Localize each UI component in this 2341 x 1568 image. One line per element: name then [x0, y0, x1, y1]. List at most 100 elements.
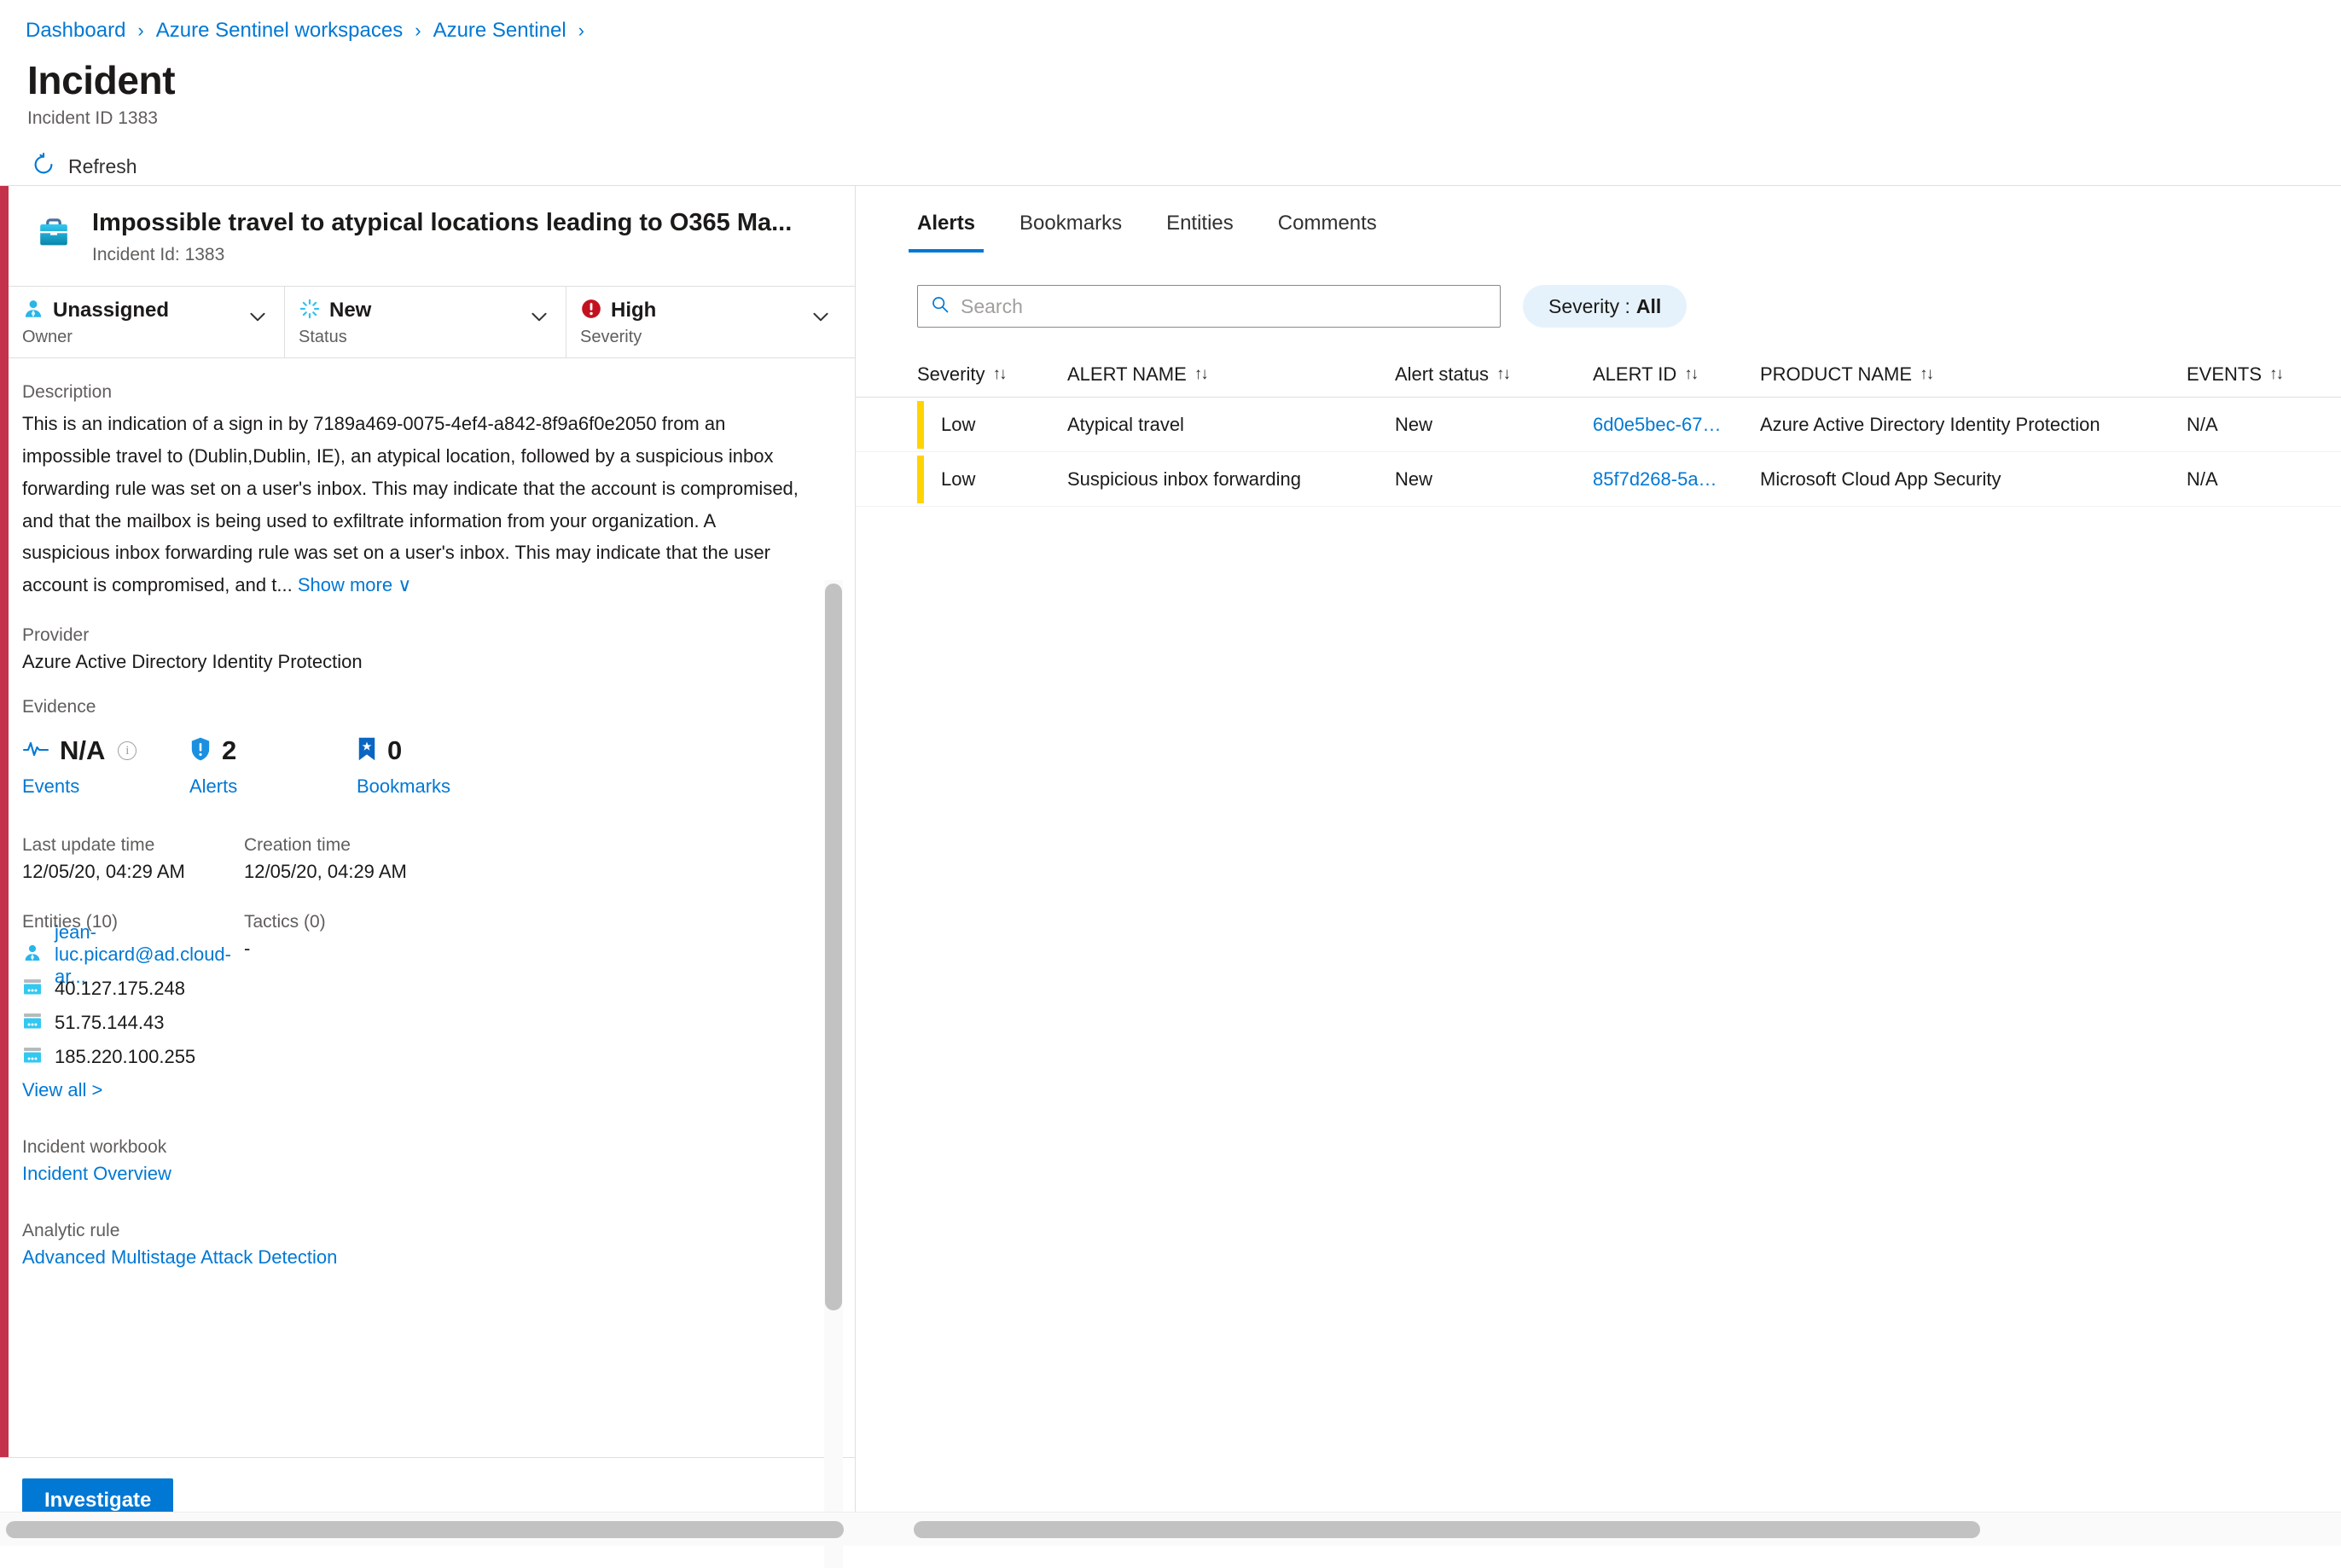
- entities-block: Entities (10) jean-luc.picard@ad.cloud-a…: [22, 912, 244, 1101]
- column-header-alert-status-label: Alert status: [1395, 363, 1489, 386]
- left-panel-hscrollbar-thumb[interactable]: [6, 1521, 844, 1538]
- tactics-block: Tactics (0) -: [244, 912, 804, 1101]
- column-header-events-label: EVENTS: [2187, 363, 2262, 386]
- search-box[interactable]: [917, 285, 1501, 328]
- description-section: Description This is an indication of a s…: [22, 382, 804, 601]
- row-severity-bar: [917, 456, 924, 503]
- page-title: Incident: [27, 60, 2341, 101]
- entity-value: 51.75.144.43: [55, 1012, 164, 1034]
- sort-icon[interactable]: ↑↓: [2269, 365, 2282, 384]
- tab-bookmarks-label: Bookmarks: [1019, 212, 1122, 235]
- analytic-rule-label: Analytic rule: [22, 1221, 804, 1241]
- show-more-link[interactable]: Show more ∨: [298, 574, 411, 595]
- column-header-severity[interactable]: Severity ↑↓: [917, 363, 1067, 386]
- alerts-panel-hscrollbar-thumb[interactable]: [914, 1521, 1980, 1538]
- view-all-entities-link[interactable]: View all >: [22, 1079, 244, 1101]
- incident-detail-scroll-area: Description This is an indication of a s…: [0, 358, 855, 1457]
- tab-bookmarks[interactable]: Bookmarks: [997, 212, 1144, 258]
- search-input[interactable]: [961, 295, 1488, 318]
- owner-value: Unassigned: [53, 299, 169, 322]
- user-icon: [22, 943, 43, 967]
- evidence-alerts-link[interactable]: Alerts: [189, 775, 357, 798]
- description-text: This is an indication of a sign in by 71…: [22, 408, 799, 601]
- pulse-icon: [22, 738, 49, 764]
- column-header-alert-status[interactable]: Alert status ↑↓: [1395, 363, 1593, 386]
- evidence-item-bookmarks[interactable]: 0 Bookmarks: [357, 731, 524, 798]
- column-header-alert-name[interactable]: ALERT NAME ↑↓: [1067, 363, 1395, 386]
- search-icon: [930, 294, 950, 319]
- breadcrumb-item-azure-sentinel[interactable]: Azure Sentinel: [433, 19, 566, 43]
- cell-alert-id[interactable]: 85f7d268-5a…: [1593, 468, 1760, 491]
- incident-detail-panel: Impossible travel to atypical locations …: [0, 186, 856, 1546]
- entity-value: 185.220.100.255: [55, 1046, 195, 1068]
- incident-id-label: Incident Id: 1383: [92, 245, 792, 265]
- severity-dropdown[interactable]: High Severity: [566, 287, 847, 357]
- list-item[interactable]: 51.75.144.43: [22, 1006, 244, 1040]
- evidence-alerts-count: 2: [222, 735, 236, 766]
- column-header-product-name-label: PRODUCT NAME: [1760, 363, 1912, 386]
- sort-icon[interactable]: ↑↓: [1496, 365, 1509, 384]
- host-icon: [22, 1046, 43, 1069]
- table-header-row: Severity ↑↓ ALERT NAME ↑↓ Alert status ↑…: [856, 351, 2341, 398]
- last-update-label: Last update time: [22, 835, 244, 856]
- evidence-item-events[interactable]: N/A i Events: [22, 731, 189, 798]
- evidence-events-link[interactable]: Events: [22, 775, 189, 798]
- cell-alert-status: New: [1395, 414, 1593, 436]
- refresh-icon: [31, 152, 56, 182]
- incident-overview-link[interactable]: Incident Overview: [22, 1163, 804, 1185]
- info-icon[interactable]: i: [118, 741, 137, 760]
- column-header-alert-name-label: ALERT NAME: [1067, 363, 1187, 386]
- cell-events: N/A: [2187, 414, 2340, 436]
- evidence-section: Evidence N/A i Events: [22, 697, 804, 798]
- table-row[interactable]: Low Suspicious inbox forwarding New 85f7…: [856, 452, 2341, 507]
- tactics-value: -: [244, 938, 804, 960]
- sort-icon[interactable]: ↑↓: [1684, 365, 1697, 384]
- workbook-label: Incident workbook: [22, 1137, 804, 1158]
- breadcrumb-item-dashboard[interactable]: Dashboard: [26, 19, 125, 43]
- host-icon: [22, 1012, 43, 1035]
- chevron-down-icon: [528, 305, 550, 328]
- breadcrumb-item-workspaces[interactable]: Azure Sentinel workspaces: [156, 19, 403, 43]
- briefcase-icon: [34, 213, 73, 257]
- sort-icon[interactable]: ↑↓: [1920, 365, 1932, 384]
- column-header-events[interactable]: EVENTS ↑↓: [2187, 363, 2340, 386]
- column-header-product-name[interactable]: PRODUCT NAME ↑↓: [1760, 363, 2187, 386]
- table-row[interactable]: Low Atypical travel New 6d0e5bec-67… Azu…: [856, 398, 2341, 452]
- column-header-alert-id[interactable]: ALERT ID ↑↓: [1593, 363, 1760, 386]
- main-content: Impossible travel to atypical locations …: [0, 186, 2341, 1546]
- cell-events: N/A: [2187, 468, 2340, 491]
- list-item[interactable]: 185.220.100.255: [22, 1040, 244, 1074]
- shield-icon: [189, 736, 212, 766]
- analytic-rule-link[interactable]: Advanced Multistage Attack Detection: [22, 1246, 804, 1269]
- severity-filter-button[interactable]: Severity : All: [1523, 285, 1687, 328]
- sort-icon[interactable]: ↑↓: [992, 365, 1005, 384]
- status-dropdown[interactable]: New Status: [284, 287, 566, 357]
- owner-dropdown[interactable]: Unassigned Owner: [0, 287, 284, 357]
- provider-section: Provider Azure Active Directory Identity…: [22, 625, 804, 673]
- severity-high-icon: [580, 298, 602, 324]
- left-panel-scrollbar-thumb[interactable]: [825, 584, 842, 1310]
- incident-title: Impossible travel to atypical locations …: [92, 208, 792, 238]
- cell-alert-status: New: [1395, 468, 1593, 491]
- evidence-items: N/A i Events: [22, 731, 804, 798]
- tab-alerts[interactable]: Alerts: [895, 212, 997, 258]
- sort-icon[interactable]: ↑↓: [1194, 365, 1207, 384]
- evidence-bookmarks-link[interactable]: Bookmarks: [357, 775, 524, 798]
- list-item[interactable]: jean-luc.picard@ad.cloud-ar...: [22, 938, 244, 972]
- severity-label: Severity: [580, 328, 835, 347]
- cell-alert-id[interactable]: 6d0e5bec-67…: [1593, 414, 1760, 436]
- tab-comments[interactable]: Comments: [1256, 212, 1399, 258]
- entity-value: 40.127.175.248: [55, 978, 185, 1000]
- cell-product-name: Microsoft Cloud App Security: [1760, 468, 2187, 491]
- owner-label: Owner: [22, 328, 272, 347]
- tab-comments-label: Comments: [1278, 212, 1377, 235]
- workbook-section: Incident workbook Incident Overview: [22, 1137, 804, 1185]
- last-update-block: Last update time 12/05/20, 04:29 AM: [22, 835, 244, 883]
- tab-entities[interactable]: Entities: [1144, 212, 1256, 258]
- evidence-item-alerts[interactable]: 2 Alerts: [189, 731, 357, 798]
- alerts-panel: Alerts Bookmarks Entities Comments Sever…: [856, 186, 2341, 1546]
- refresh-button[interactable]: Refresh: [27, 148, 144, 185]
- evidence-events-count: N/A: [60, 735, 105, 766]
- tab-entities-label: Entities: [1166, 212, 1234, 235]
- evidence-bookmarks-count: 0: [387, 735, 402, 766]
